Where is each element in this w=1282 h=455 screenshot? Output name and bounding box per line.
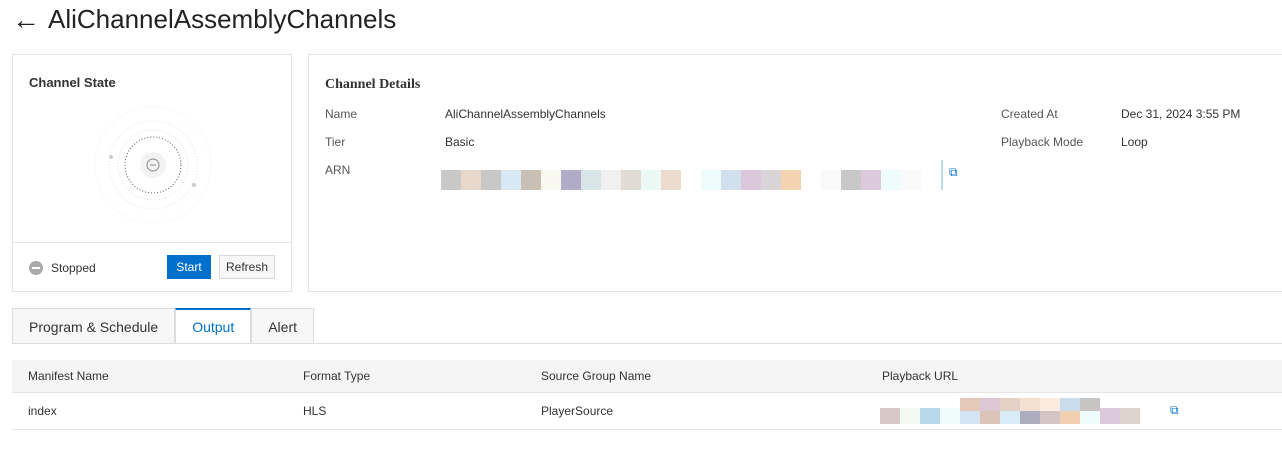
tab-alert[interactable]: Alert (251, 308, 315, 344)
col-playback-url: Playback URL (882, 369, 959, 383)
stopped-icon (29, 261, 43, 275)
source-group-cell: PlayerSource (541, 404, 614, 418)
name-label: Name (325, 107, 358, 121)
page-title: AliChannelAssemblyChannels (48, 4, 397, 34)
status-badge: Stopped (29, 261, 96, 275)
refresh-button[interactable]: Refresh (219, 255, 275, 279)
channel-state-card: Channel State Stopped Start Refresh (12, 54, 292, 292)
page-header: ← AliChannelAssemblyChannels (12, 4, 396, 35)
tier-value: Basic (445, 135, 475, 149)
playback-mode-label: Playback Mode (1001, 135, 1084, 149)
arn-redacted-blocks (441, 170, 921, 190)
copy-url-icon[interactable]: ⧉ (1170, 403, 1179, 418)
table-row: index HLS PlayerSource ⧉ (12, 393, 1282, 430)
col-format-type: Format Type (303, 369, 371, 383)
channel-details-title: Channel Details (325, 77, 421, 92)
arrow-left-icon[interactable]: ← (12, 5, 40, 34)
status-text: Stopped (51, 261, 96, 275)
playback-mode-value: Loop (1121, 135, 1148, 149)
arn-label: ARN (325, 163, 351, 177)
name-value: AliChannelAssemblyChannels (445, 107, 606, 121)
format-type-cell: HLS (303, 404, 327, 418)
start-button[interactable]: Start (167, 255, 211, 279)
col-manifest-name: Manifest Name (28, 369, 109, 383)
tab-bar: Program & Schedule Output Alert (12, 308, 315, 344)
tier-label: Tier (325, 135, 346, 149)
manifest-name-cell: index (28, 404, 57, 418)
created-at-value: Dec 31, 2024 3:55 PM (1121, 107, 1241, 121)
tab-program-schedule[interactable]: Program & Schedule (12, 308, 176, 344)
table-header: Manifest Name Format Type Source Group N… (12, 360, 1282, 393)
tab-output[interactable]: Output (175, 308, 252, 344)
channel-state-title: Channel State (29, 75, 116, 90)
stopped-illustration-icon (94, 106, 212, 224)
channel-details-card: Channel Details Name AliChannelAssemblyC… (308, 54, 1282, 292)
copy-arn-icon[interactable]: ⧉ (949, 165, 958, 180)
playback-url-redacted (880, 398, 1140, 424)
col-source-group-name: Source Group Name (541, 369, 652, 383)
created-at-label: Created At (1001, 107, 1058, 121)
